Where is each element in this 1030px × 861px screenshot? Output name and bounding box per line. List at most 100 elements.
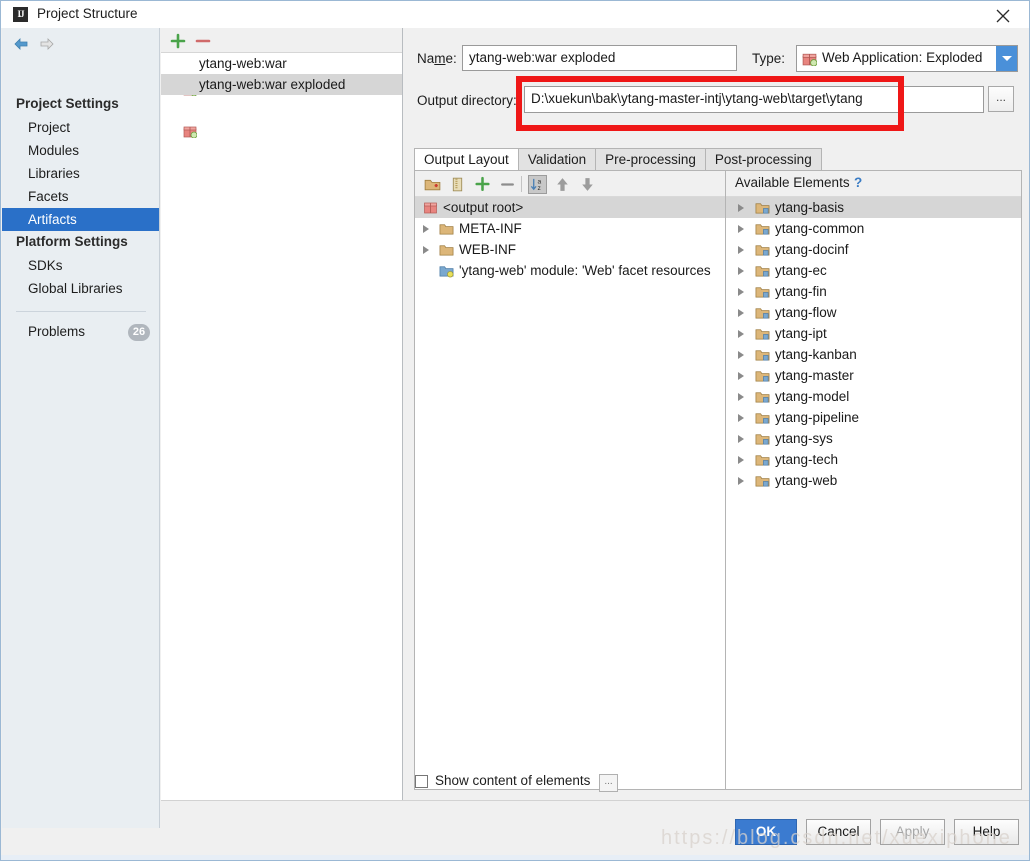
- available-element-row[interactable]: ytang-ec: [726, 260, 1021, 281]
- chevron-right-icon[interactable]: [736, 245, 746, 255]
- help-button[interactable]: Help: [954, 819, 1019, 845]
- available-elements-title: Available Elements: [735, 175, 850, 190]
- back-button[interactable]: [12, 36, 30, 52]
- available-element-row[interactable]: ytang-pipeline: [726, 407, 1021, 428]
- chevron-right-icon[interactable]: [736, 266, 746, 276]
- tree-row-label: 'ytang-web' module: 'Web' facet resource…: [459, 263, 711, 278]
- chevron-right-icon[interactable]: [736, 392, 746, 402]
- module-folder-icon: [755, 350, 770, 361]
- available-element-row[interactable]: ytang-docinf: [726, 239, 1021, 260]
- add-artifact-button[interactable]: [169, 32, 187, 50]
- chevron-right-icon[interactable]: [736, 413, 746, 423]
- module-folder-icon: [755, 434, 770, 445]
- browse-output-directory-button[interactable]: ...: [988, 86, 1014, 112]
- move-up-button[interactable]: [553, 175, 572, 194]
- add-copy-icon: [475, 176, 490, 192]
- create-archive-button[interactable]: [448, 175, 467, 194]
- chevron-right-icon[interactable]: [736, 203, 746, 213]
- chevron-right-icon[interactable]: [736, 455, 746, 465]
- available-element-row[interactable]: ytang-basis: [726, 197, 1021, 218]
- artifact-icon: [802, 53, 817, 66]
- module-folder-icon: [755, 245, 770, 256]
- sidebar-item-facets[interactable]: Facets: [2, 185, 159, 208]
- sidebar-item-modules[interactable]: Modules: [2, 139, 159, 162]
- sidebar-item-libraries[interactable]: Libraries: [2, 162, 159, 185]
- remove-element-button[interactable]: [498, 175, 517, 194]
- chevron-right-icon[interactable]: [421, 224, 431, 234]
- tree-row[interactable]: WEB-INF: [415, 239, 725, 260]
- chevron-right-icon[interactable]: [736, 287, 746, 297]
- problems-label: Problems: [28, 324, 86, 339]
- tree-row-label: WEB-INF: [459, 242, 516, 257]
- sort-alphabetically-button[interactable]: a z: [528, 175, 547, 194]
- ok-button[interactable]: OK: [735, 819, 797, 845]
- remove-artifact-button[interactable]: [194, 32, 212, 50]
- available-element-row[interactable]: ytang-common: [726, 218, 1021, 239]
- sidebar-item-sdks[interactable]: SDKs: [2, 254, 159, 277]
- window-bottom-strip: [1, 855, 1029, 860]
- available-element-label: ytang-fin: [775, 284, 827, 299]
- title-bar: IJ Project Structure: [1, 1, 1029, 28]
- chevron-right-icon[interactable]: [736, 224, 746, 234]
- artifact-list-toolbar: [161, 28, 402, 53]
- help-icon[interactable]: ?: [854, 175, 862, 190]
- show-content-of-elements-checkbox[interactable]: [415, 775, 428, 788]
- tab-pre-processing[interactable]: Pre-processing: [596, 148, 706, 171]
- add-copy-of-button[interactable]: [473, 175, 492, 194]
- close-button[interactable]: [981, 1, 1025, 28]
- create-directory-button[interactable]: [423, 175, 442, 194]
- folder-icon: [439, 245, 454, 256]
- tree-row[interactable]: META-INF: [415, 218, 725, 239]
- sidebar-item-artifacts[interactable]: Artifacts: [2, 208, 159, 231]
- problems-count-badge: 26: [128, 324, 150, 341]
- tab-post-processing[interactable]: Post-processing: [705, 148, 822, 171]
- available-element-row[interactable]: ytang-master: [726, 365, 1021, 386]
- sidebar-item-global-libraries[interactable]: Global Libraries: [2, 277, 159, 300]
- move-down-button[interactable]: [578, 175, 597, 194]
- tab-validation[interactable]: Validation: [518, 148, 597, 171]
- available-element-label: ytang-master: [775, 368, 854, 383]
- window-title: Project Structure: [37, 6, 138, 21]
- sidebar-item-project[interactable]: Project: [2, 116, 159, 139]
- show-content-of-elements-label: Show content of elements: [435, 773, 591, 788]
- sidebar-group-platform-settings: Platform Settings: [16, 234, 128, 249]
- chevron-right-icon[interactable]: [736, 476, 746, 486]
- cancel-button[interactable]: Cancel: [806, 819, 871, 845]
- forward-button[interactable]: [38, 36, 56, 52]
- name-input[interactable]: ytang-web:war exploded: [462, 45, 737, 71]
- available-element-row[interactable]: ytang-flow: [726, 302, 1021, 323]
- arrow-right-icon: [40, 38, 54, 50]
- type-label: Type:: [752, 51, 786, 66]
- module-folder-icon: [755, 392, 770, 403]
- output-directory-input[interactable]: D:\xuekun\bak\ytang-master-intj\ytang-we…: [524, 86, 984, 113]
- available-element-label: ytang-pipeline: [775, 410, 860, 425]
- available-element-row[interactable]: ytang-web: [726, 470, 1021, 491]
- artifact-icon: [183, 126, 197, 138]
- tree-row[interactable]: <output root>: [415, 197, 733, 218]
- module-folder-icon: [755, 224, 770, 235]
- available-element-row[interactable]: ytang-sys: [726, 428, 1021, 449]
- available-element-row[interactable]: ytang-ipt: [726, 323, 1021, 344]
- chevron-right-icon[interactable]: [736, 308, 746, 318]
- chevron-right-icon[interactable]: [736, 350, 746, 360]
- tree-row[interactable]: 'ytang-web' module: 'Web' facet resource…: [415, 260, 725, 281]
- type-dropdown[interactable]: Web Application: Exploded: [796, 45, 1018, 72]
- intellij-logo-icon: IJ: [13, 7, 28, 22]
- chevron-right-icon[interactable]: [421, 245, 431, 255]
- show-content-options-button[interactable]: ...: [599, 774, 618, 792]
- available-element-row[interactable]: ytang-kanban: [726, 344, 1021, 365]
- module-folder-icon: [755, 455, 770, 466]
- tab-output-layout[interactable]: Output Layout: [414, 148, 519, 171]
- chevron-right-icon[interactable]: [736, 434, 746, 444]
- available-element-row[interactable]: ytang-model: [726, 386, 1021, 407]
- move-up-icon: [557, 178, 568, 191]
- available-element-row[interactable]: ytang-fin: [726, 281, 1021, 302]
- available-element-row[interactable]: ytang-tech: [726, 449, 1021, 470]
- sidebar-item-problems[interactable]: Problems 26: [2, 322, 159, 344]
- list-item[interactable]: ytang-web:war: [161, 53, 402, 96]
- chevron-right-icon[interactable]: [736, 371, 746, 381]
- chevron-down-icon[interactable]: [996, 46, 1017, 71]
- list-item[interactable]: ytang-web:war exploded: [161, 74, 402, 138]
- chevron-right-icon[interactable]: [736, 329, 746, 339]
- module-folder-icon: [755, 476, 770, 487]
